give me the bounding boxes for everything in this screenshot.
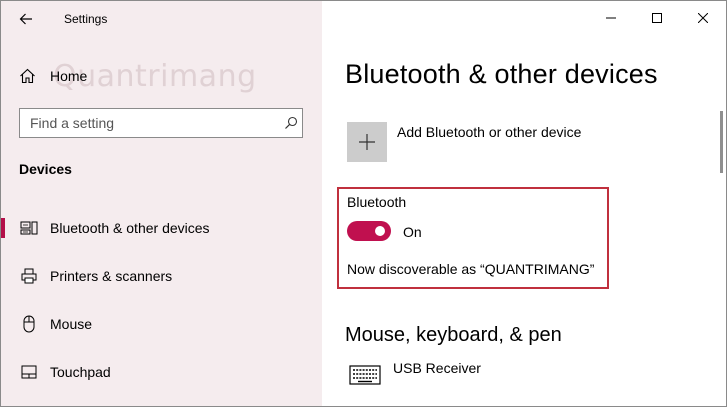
window-title: Settings <box>64 12 108 26</box>
device-name[interactable]: USB Receiver <box>393 360 481 376</box>
bluetooth-state-label: On <box>403 224 422 240</box>
search-box[interactable] <box>19 108 303 138</box>
toggle-knob <box>375 226 385 236</box>
scrollbar[interactable] <box>720 111 723 173</box>
bluetooth-label: Bluetooth <box>347 194 407 210</box>
add-device-button[interactable] <box>347 122 387 162</box>
close-button[interactable] <box>680 1 726 35</box>
home-link[interactable]: Home <box>19 64 87 88</box>
sidebar-item-printers[interactable]: Printers & scanners <box>1 256 322 296</box>
sidebar-item-bluetooth[interactable]: Bluetooth & other devices <box>1 208 322 248</box>
back-button[interactable] <box>11 5 41 33</box>
home-label: Home <box>50 68 88 84</box>
sidebar-item-label: Bluetooth & other devices <box>50 220 210 236</box>
page-title: Bluetooth & other devices <box>345 59 658 89</box>
sidebar-item-label: Touchpad <box>50 364 111 380</box>
minimize-icon <box>606 17 616 19</box>
home-icon <box>20 68 35 84</box>
search-input[interactable] <box>20 114 280 132</box>
minimize-button[interactable] <box>588 1 634 35</box>
touchpad-icon <box>19 365 39 379</box>
maximize-icon <box>652 13 662 23</box>
search-icon[interactable] <box>280 116 302 130</box>
sidebar-item-touchpad[interactable]: Touchpad <box>1 352 322 392</box>
window-controls <box>588 1 726 35</box>
maximize-button[interactable] <box>634 1 680 35</box>
sidebar-item-mouse[interactable]: Mouse <box>1 304 322 344</box>
discoverable-text: Now discoverable as “QUANTRIMANG” <box>347 261 595 277</box>
sidebar-item-label: Mouse <box>50 316 93 332</box>
sidebar-item-label: Printers & scanners <box>50 268 173 284</box>
bluetooth-devices-icon <box>19 220 39 236</box>
mouse-icon <box>19 315 39 333</box>
back-arrow-icon <box>19 13 32 25</box>
printer-icon <box>19 268 39 284</box>
section-heading-input-devices: Mouse, keyboard, & pen <box>345 324 562 346</box>
keyboard-icon <box>349 365 381 385</box>
settings-window: Settings Quantrimang Home Devices <box>0 0 727 407</box>
plus-icon <box>359 134 375 150</box>
sidebar: Settings Quantrimang Home Devices <box>1 1 322 406</box>
sidebar-section-heading: Devices <box>19 161 72 177</box>
close-icon <box>698 13 708 23</box>
add-device-label[interactable]: Add Bluetooth or other device <box>397 124 581 140</box>
bluetooth-toggle[interactable] <box>347 221 391 241</box>
